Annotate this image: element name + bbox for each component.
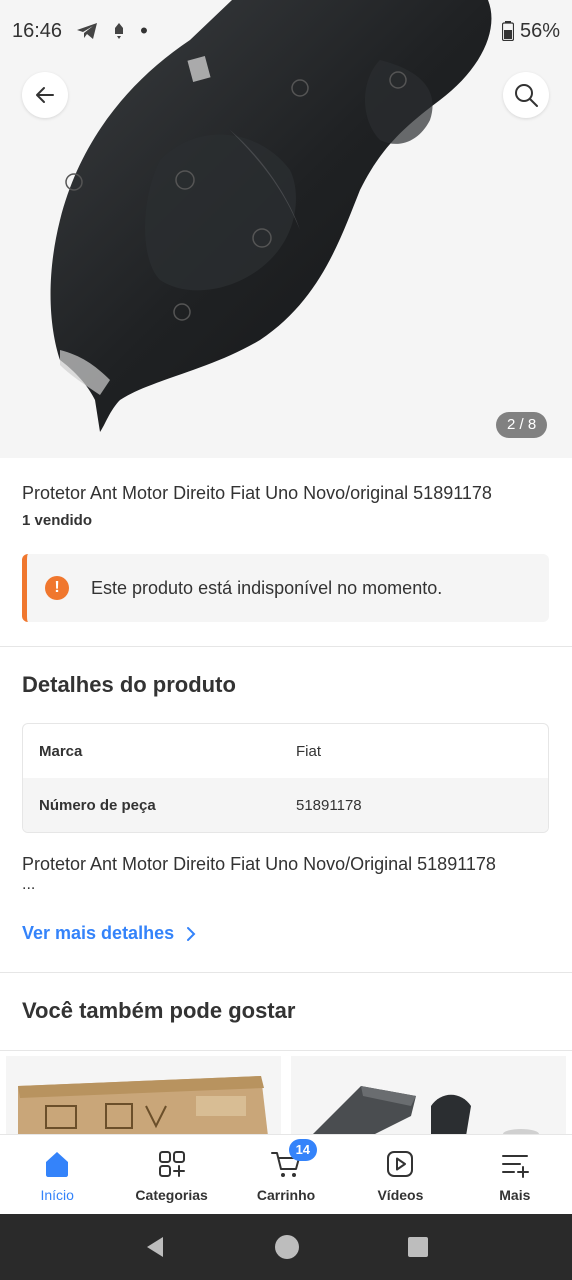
product-image xyxy=(50,0,492,432)
product-image-gallery[interactable]: 16:46 • 56% 2 / 8 xyxy=(0,0,572,458)
arrow-left-icon xyxy=(36,87,54,103)
nav-item-videos[interactable]: Vídeos xyxy=(343,1135,457,1214)
spec-key: Número de peça xyxy=(39,796,156,814)
recommendation-card[interactable] xyxy=(6,1056,281,1136)
spec-row: Marca Fiat xyxy=(23,724,548,778)
product-title: Protetor Ant Motor Direito Fiat Uno Novo… xyxy=(22,483,492,503)
spec-key: Marca xyxy=(39,742,83,760)
divider xyxy=(0,1050,572,1051)
dot-icon: • xyxy=(140,18,148,43)
recommendation-image xyxy=(18,1076,268,1136)
product-description: Protetor Ant Motor Direito Fiat Uno Novo… xyxy=(22,854,496,874)
nav-item-cart[interactable]: 14 Carrinho xyxy=(229,1135,343,1214)
system-back-icon[interactable] xyxy=(143,1235,167,1259)
status-time: 16:46 xyxy=(12,19,63,42)
bottom-navigation: Início Categorias 14 Carrinho Vídeos Mai… xyxy=(0,1134,572,1214)
unavailable-alert: ! Este produto está indisponível no mome… xyxy=(22,554,549,622)
back-button[interactable] xyxy=(22,72,68,118)
telegram-icon xyxy=(77,23,98,39)
recommendations-carousel[interactable] xyxy=(6,1056,566,1136)
categories-icon xyxy=(155,1147,189,1181)
nav-item-more[interactable]: Mais xyxy=(458,1135,572,1214)
nav-item-home[interactable]: Início xyxy=(0,1135,114,1214)
notification-icon xyxy=(115,23,124,39)
see-more-details-link[interactable]: Ver mais detalhes xyxy=(22,923,196,944)
battery-icon xyxy=(501,21,514,41)
battery-level: 56% xyxy=(519,19,560,42)
video-play-icon xyxy=(383,1147,417,1181)
spec-value: Fiat xyxy=(296,742,322,760)
system-navigation-bar xyxy=(0,1214,572,1280)
details-title: Detalhes do produto xyxy=(22,672,236,697)
divider xyxy=(0,972,572,973)
nav-label: Categorias xyxy=(135,1187,208,1203)
system-home-icon[interactable] xyxy=(274,1234,300,1260)
alert-text: Este produto está indisponível no moment… xyxy=(91,577,443,598)
divider xyxy=(0,646,572,647)
description-ellipsis: ... xyxy=(22,876,36,893)
chevron-right-icon xyxy=(187,926,196,941)
recommendations-title: Você também pode gostar xyxy=(22,998,296,1023)
sold-count: 1 vendido xyxy=(22,512,93,529)
home-icon xyxy=(40,1147,74,1181)
system-recents-icon[interactable] xyxy=(407,1236,429,1258)
status-bar: 16:46 • 56% xyxy=(0,0,572,62)
nav-label: Início xyxy=(40,1187,74,1203)
nav-label: Mais xyxy=(499,1187,531,1203)
cart-count-badge: 14 xyxy=(288,1139,317,1161)
search-button[interactable] xyxy=(503,72,549,118)
menu-plus-icon xyxy=(498,1147,532,1181)
recommendation-image xyxy=(311,1086,539,1136)
warning-icon: ! xyxy=(45,576,69,600)
nav-label: Carrinho xyxy=(256,1187,316,1203)
spec-value: 51891178 xyxy=(296,796,362,814)
search-icon xyxy=(515,84,538,107)
specs-table: Marca Fiat Número de peça 51891178 xyxy=(22,723,549,833)
image-counter: 2 / 8 xyxy=(496,412,548,438)
see-more-label: Ver mais detalhes xyxy=(22,923,175,943)
recommendation-card[interactable] xyxy=(291,1056,566,1136)
nav-item-categories[interactable]: Categorias xyxy=(114,1135,228,1214)
nav-label: Vídeos xyxy=(377,1187,424,1203)
spec-row: Número de peça 51891178 xyxy=(23,778,548,832)
